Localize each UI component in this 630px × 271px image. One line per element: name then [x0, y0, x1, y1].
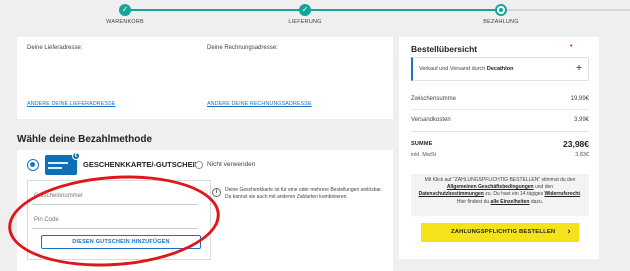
expand-plus-icon[interactable]: +: [576, 58, 582, 80]
giftcard-method-title: GESCHENKKARTE/-GUTSCHEIN: [83, 160, 201, 169]
step-current-icon: [495, 4, 507, 16]
info-icon: i: [212, 188, 221, 197]
change-delivery-address-link[interactable]: ANDERE DEINE LIEFERADRESSE: [27, 101, 115, 107]
total-value: 23,98€: [563, 139, 589, 149]
not-use-label[interactable]: Nicht verwenden: [207, 161, 255, 168]
step-bezahlung: BEZAHLUNG: [483, 19, 519, 25]
change-billing-address-link[interactable]: ANDERE DEINE RECHNUNGSADRESSE: [207, 101, 312, 107]
summary-divider: [411, 131, 589, 132]
seller-name: Decathlon: [486, 66, 514, 72]
checkout-progress: ✓ WARENKORB ✓ LIEFERUNG BEZAHLUNG: [0, 0, 630, 30]
add-voucher-button[interactable]: DIESEN GUTSCHEIN HINZUFÜGEN: [41, 235, 201, 249]
summary-divider: [411, 109, 589, 110]
withdrawal-link[interactable]: Widerrufsrecht: [544, 191, 580, 197]
step-lieferung[interactable]: LIEFERUNG: [288, 19, 321, 25]
place-order-button[interactable]: ZAHLUNGSPFLICHTIG BESTELLEN ›: [421, 223, 579, 242]
payment-method-heading: Wähle deine Bezahlmethode: [17, 134, 153, 145]
terms-link[interactable]: Allgemeinen Geschäftsbedingungen: [447, 184, 534, 190]
subtotal-label: Zwischensumme: [411, 96, 457, 102]
address-card: Deine Lieferadresse: Deine Rechnungsadre…: [17, 37, 393, 119]
details-link[interactable]: alle Einzelheiten: [491, 199, 530, 205]
progress-line-done: [125, 9, 505, 11]
giftcard-radio[interactable]: [27, 159, 39, 171]
total-label: SUMME: [411, 141, 433, 147]
summary-title: Bestellübersicht: [411, 44, 478, 54]
subtotal-value: 19,99€: [570, 96, 589, 102]
privacy-link[interactable]: Datenschutzbestimmungen: [419, 191, 484, 197]
place-order-label: ZAHLUNGSPFLICHTIG BESTELLEN: [451, 229, 556, 235]
giftcard-logo: €: [45, 152, 80, 175]
seller-info[interactable]: Verkauf und Versand durch Decathlon +: [411, 57, 589, 81]
order-summary-card: Bestellübersicht • Verkauf und Versand d…: [399, 37, 599, 259]
voucher-number-field[interactable]: Gutscheinnummer: [32, 187, 198, 205]
euro-badge-icon: €: [72, 152, 80, 160]
progress-line-remaining: [505, 9, 630, 11]
seller-prefix: Verkauf und Versand durch: [419, 66, 486, 72]
step-done-icon: ✓: [119, 4, 131, 16]
shipping-label: Versandkosten: [411, 117, 451, 123]
subtotal-row: Zwischensumme 19,99€: [411, 96, 589, 102]
shipping-row: Versandkosten 3,99€: [411, 117, 589, 123]
vat-label: inkl. MwSt: [411, 152, 437, 158]
voucher-form: Gutscheinnummer Pin Code DIESEN GUTSCHEI…: [27, 180, 211, 260]
pin-code-field[interactable]: Pin Code: [32, 211, 198, 229]
shipping-value: 3,99€: [573, 117, 589, 123]
step-done-icon: ✓: [299, 4, 311, 16]
vat-value: 3,83€: [575, 152, 589, 158]
chevron-right-icon: ›: [567, 227, 571, 237]
giftcard-info-text: Deine Geschenkkarte ist für eine oder me…: [225, 187, 383, 200]
not-use-radio[interactable]: [195, 161, 203, 169]
billing-address-label: Deine Rechnungsadresse:: [207, 45, 278, 51]
summary-dot-icon: •: [570, 43, 573, 50]
delivery-address-label: Deine Lieferadresse:: [27, 45, 83, 51]
step-warenkorb[interactable]: WARENKORB: [106, 19, 144, 25]
payment-method-card: € GESCHENKKARTE/-GUTSCHEIN Nicht verwend…: [17, 150, 393, 271]
legal-notice: Mit Klick auf "ZAHLUNGSPFLICHTIG BESTELL…: [411, 174, 589, 216]
